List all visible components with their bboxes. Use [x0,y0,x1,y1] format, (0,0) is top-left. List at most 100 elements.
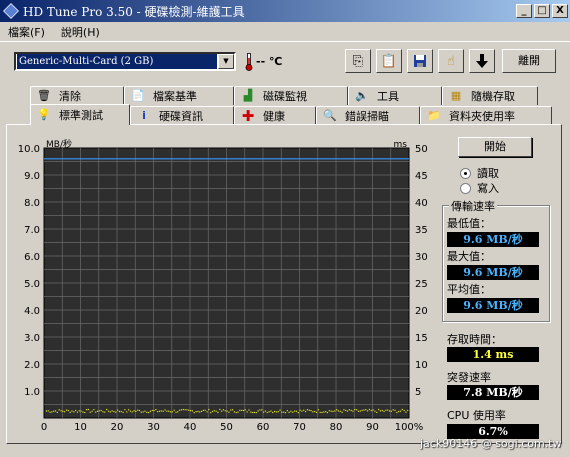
menu-help[interactable]: 說明(H) [53,24,108,40]
series-access-time-point [190,409,192,412]
series-access-time-point [398,410,400,413]
arrow-down-icon [476,54,488,68]
y-left-tick-label: 6.0 [24,252,40,263]
radio-read[interactable]: 讀取 [460,165,499,181]
tab-health[interactable]: ✚ 健康 [234,106,316,125]
series-access-time-point [69,411,71,414]
series-access-time-point [368,408,371,411]
tab-random-access[interactable]: ▦ 隨機存取 [442,86,538,105]
tab-label: 磁碟監視 [263,90,307,103]
menu-bar: 檔案(F) 說明(H) [0,22,570,42]
series-access-time-point [407,409,409,412]
series-access-time-point [45,410,48,412]
copy-text-button[interactable]: ⎘ [345,49,371,73]
chevron-down-icon[interactable]: ▼ [218,54,234,69]
series-access-time-point [106,408,108,411]
series-access-time-point [199,411,201,413]
tab-erase[interactable]: 🗑 清除 [30,86,124,105]
y-left-tick-label: 7.0 [24,225,40,236]
series-access-time-point [104,411,106,413]
save-button[interactable] [407,49,433,73]
series-access-time-point [137,409,139,411]
exit-button[interactable]: 離開 [502,49,556,73]
series-access-time-point [381,409,383,412]
x-tick-label: 0 [41,422,47,433]
series-access-time-point [95,411,97,413]
tab-tools[interactable]: 🔈 工具 [348,86,442,105]
series-access-time-point [56,411,58,414]
series-access-time-point [261,409,263,411]
series-access-time-point [111,410,113,412]
series-access-time-point [89,411,91,413]
y-right-tick-label: 10 [415,360,428,371]
y-right-tick-label: 35 [415,225,428,236]
options-button[interactable]: ☝ [438,49,464,73]
series-access-time-point [180,409,183,411]
series-access-time-point [131,411,133,413]
tab-disk-monitor[interactable]: ▟ 磁碟監視 [234,86,348,105]
series-access-time-point [277,411,279,413]
floppy-disk-icon [414,55,426,67]
series-access-time-point [191,410,194,412]
start-button[interactable]: 開始 [458,137,532,157]
close-button[interactable]: X [552,4,568,18]
series-access-time-point [304,410,307,413]
x-tick-label: 40 [184,422,197,433]
tab-disk-info[interactable]: i 硬碟資訊 [130,106,234,125]
series-access-time-point [215,410,217,412]
series-access-time-point [102,411,104,413]
series-access-time-point [186,409,188,411]
series-access-time-point [341,411,343,413]
series-access-time-point [164,409,166,411]
series-access-time-point [275,411,277,413]
tab-folder-usage[interactable]: 📁 資料夾使用率 [420,106,552,125]
series-access-time-point [228,411,230,413]
y-left-tick-label: 9.0 [24,171,40,182]
series-access-time-point [266,411,268,414]
radio-write-label: 寫入 [477,182,499,195]
avg-value: 9.6 MB/秒 [447,298,539,313]
series-access-time-point [222,409,225,411]
drive-select[interactable]: Generic-Multi-Card (2 GB) ▼ [14,52,236,71]
series-access-time-point [314,410,316,413]
tab-error-scan[interactable]: 🔍 錯誤掃瞄 [316,106,420,125]
tab-file-benchmark[interactable]: 📄 檔案基準 [124,86,234,105]
series-access-time-point [73,411,75,413]
minimize-button[interactable]: _ [516,4,532,18]
radio-write[interactable]: 寫入 [460,180,499,196]
y-right-tick-label: 45 [415,171,428,182]
series-access-time-point [357,410,360,412]
y-left-tick-label: 5.0 [24,279,40,290]
radio-dot [460,182,471,194]
benchmark-chart: 10.09.08.07.06.05.04.03.02.01.0MB/秒 50454… [18,138,428,433]
series-access-time-point [96,410,99,412]
radio-read-label: 讀取 [477,167,499,180]
copy-image-button[interactable]: 📋 [376,49,402,73]
bar-chart-icon: ▟ [243,89,253,102]
series-access-time-point [387,409,389,411]
series-access-time-point [308,409,310,411]
series-access-time-point [303,409,305,411]
series-access-time-point [354,408,356,411]
series-access-time-point [279,409,281,411]
download-button[interactable] [469,49,495,73]
tab-benchmark[interactable]: 💡 標準測試 [30,104,130,125]
series-access-time-point [297,412,299,414]
series-access-time-point [173,409,175,411]
series-access-time-point [299,409,301,411]
maximize-button[interactable]: □ [534,4,550,18]
menu-file[interactable]: 檔案(F) [0,24,53,40]
series-access-time-point [160,410,162,412]
series-access-time-point [250,411,252,413]
series-access-time-point [120,410,122,413]
series-access-time-point [292,411,294,413]
series-access-time-point [257,410,259,412]
speaker-icon: 🔈 [355,89,369,102]
series-access-time-point [126,411,128,413]
series-access-time-point [179,409,181,411]
series-access-time-point [100,409,102,412]
series-access-time-point [241,409,243,411]
trash-icon: 🗑 [37,89,51,102]
series-access-time-point [328,410,330,412]
series-access-time-point [184,409,186,411]
